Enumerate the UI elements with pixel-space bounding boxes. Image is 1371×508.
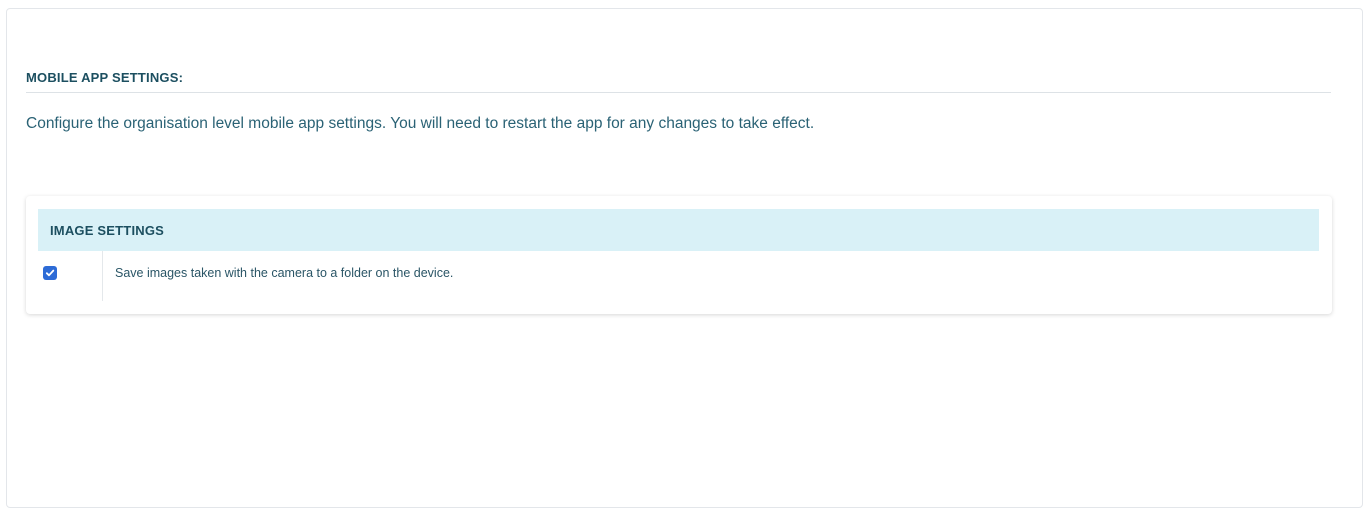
mobile-app-settings-section: MOBILE APP SETTINGS: Configure the organ… xyxy=(26,70,1331,133)
save-images-checkbox[interactable] xyxy=(43,266,57,280)
checkmark-icon xyxy=(45,269,55,277)
save-images-label: Save images taken with the camera to a f… xyxy=(115,266,454,280)
section-title: MOBILE APP SETTINGS: xyxy=(26,70,1331,93)
section-description: Configure the organisation level mobile … xyxy=(26,115,815,132)
image-settings-title: IMAGE SETTINGS xyxy=(50,222,165,238)
image-settings-header: IMAGE SETTINGS xyxy=(38,209,1319,251)
setting-row-save-images: Save images taken with the camera to a f… xyxy=(38,251,1319,301)
checkbox-cell xyxy=(38,251,103,301)
image-settings-card: IMAGE SETTINGS Save images taken with th… xyxy=(26,196,1332,314)
